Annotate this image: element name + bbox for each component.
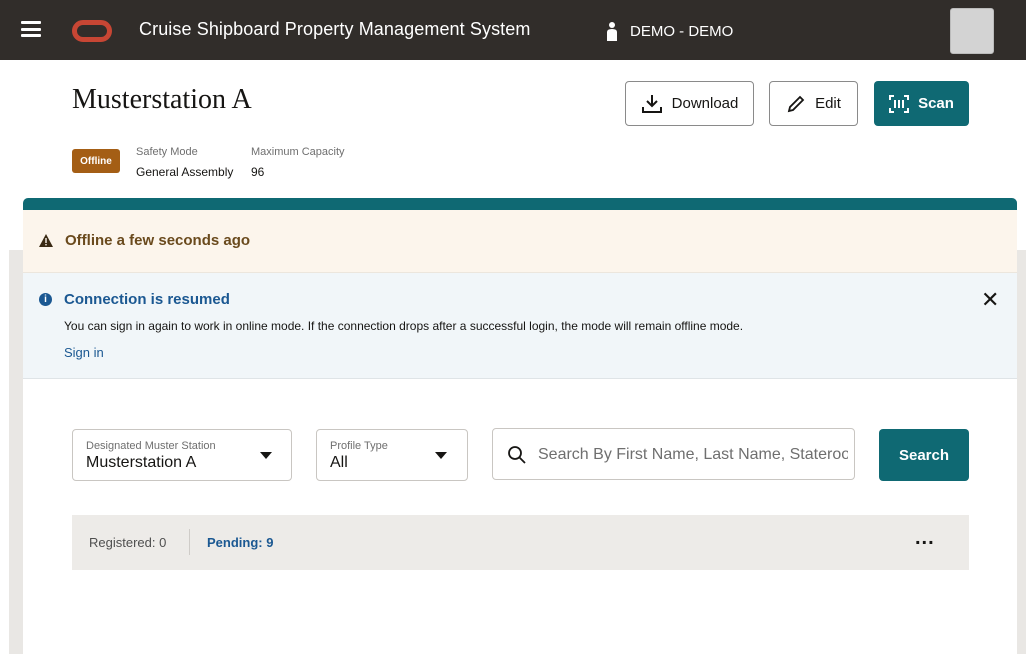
oracle-logo (72, 20, 112, 42)
download-icon (641, 94, 662, 113)
safety-mode-label: Safety Mode (136, 146, 198, 158)
profile-type-value: All (330, 454, 348, 471)
user-icon (607, 22, 617, 41)
muster-station-label: Designated Muster Station (86, 440, 216, 452)
profile-type-label: Profile Type (330, 440, 388, 452)
page-title: Musterstation A (72, 84, 252, 115)
download-button[interactable]: Download (625, 81, 754, 126)
registered-count[interactable]: Registered: 0 (89, 535, 166, 550)
search-field[interactable] (492, 428, 855, 480)
search-button-label: Search (898, 446, 950, 464)
info-body: You can sign in again to work in online … (64, 319, 744, 333)
divider (189, 529, 190, 555)
safety-mode-value: General Assembly (136, 165, 234, 179)
download-label: Download (671, 95, 739, 112)
background-panel-right (1017, 250, 1026, 654)
muster-station-select[interactable]: Designated Muster Station Musterstation … (72, 429, 292, 481)
search-button[interactable]: Search (879, 429, 969, 481)
pencil-icon (787, 95, 805, 112)
scan-label: Scan (918, 95, 954, 112)
search-icon (508, 446, 526, 464)
offline-warning-banner: Offline a few seconds ago (23, 210, 1017, 273)
search-input[interactable] (538, 442, 848, 468)
pending-count[interactable]: Pending: 9 (207, 535, 273, 550)
warning-icon (39, 234, 53, 247)
capacity-value: 96 (251, 165, 265, 179)
muster-station-value: Musterstation A (86, 454, 197, 471)
registration-status-bar: Registered: 0 Pending: 9 ... (72, 515, 969, 570)
more-options-icon[interactable]: ... (915, 527, 935, 550)
info-icon: i (39, 293, 52, 306)
background-panel-left (9, 250, 23, 654)
top-bar: Cruise Shipboard Property Management Sys… (0, 0, 1026, 60)
capacity-label: Maximum Capacity (251, 146, 345, 158)
scan-icon (889, 94, 910, 113)
user-name[interactable]: DEMO - DEMO (630, 23, 733, 40)
connection-info-banner: i Connection is resumed You can sign in … (23, 273, 1017, 379)
edit-label: Edit (815, 95, 841, 112)
profile-type-select[interactable]: Profile Type All (316, 429, 468, 481)
avatar[interactable] (950, 8, 994, 54)
hamburger-menu-icon[interactable] (21, 21, 41, 37)
info-title: Connection is resumed (64, 291, 230, 308)
edit-button[interactable]: Edit (769, 81, 858, 126)
close-icon[interactable]: ✕ (981, 289, 999, 311)
app-title: Cruise Shipboard Property Management Sys… (139, 19, 531, 39)
sign-in-link[interactable]: Sign in (64, 345, 104, 360)
chevron-down-icon (435, 452, 447, 459)
warning-text: Offline a few seconds ago (65, 232, 251, 249)
chevron-down-icon (260, 452, 272, 459)
scan-button[interactable]: Scan (874, 81, 969, 126)
status-badge: Offline (72, 149, 120, 173)
